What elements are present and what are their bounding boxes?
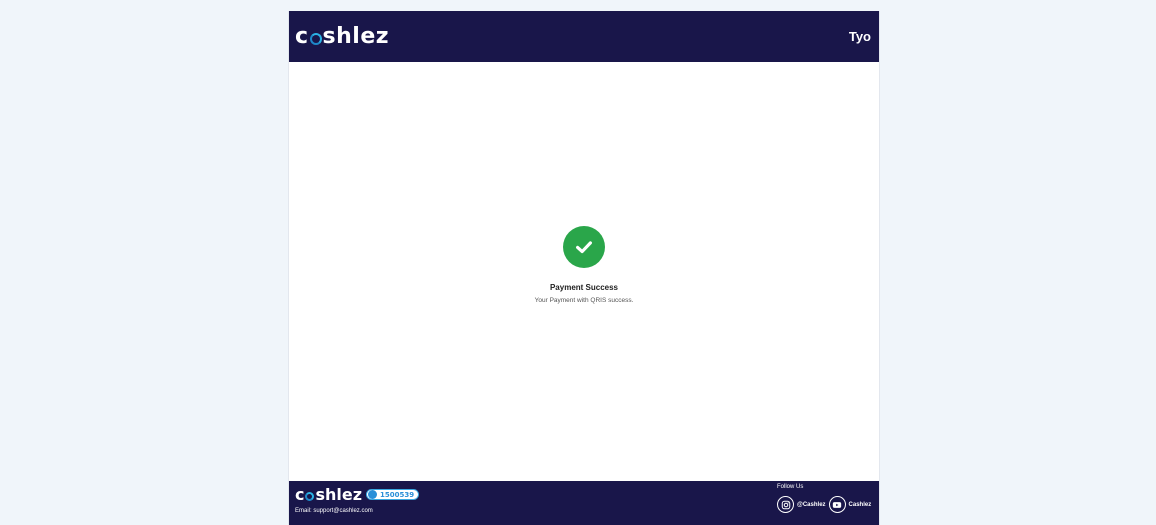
follow-us-label: Follow Us	[777, 484, 804, 490]
footer-brand: c shlez 1500539 Email: support@cashlez.co…	[295, 485, 420, 514]
footer-logo-text-end: shlez	[315, 485, 363, 504]
logo-text-start: c	[295, 24, 309, 49]
footer: c shlez 1500539 Email: support@cashlez.co…	[289, 481, 879, 525]
logo-o-icon	[309, 32, 322, 45]
instagram-handle[interactable]: @Cashlez	[797, 502, 826, 508]
instagram-icon[interactable]	[777, 496, 794, 513]
cashlez-logo[interactable]: c shlez	[295, 24, 389, 49]
payment-page: c shlez Tyo Payment Success Your Payment …	[288, 11, 880, 525]
youtube-icon[interactable]	[828, 496, 846, 513]
status-message: Your Payment with QRIS success.	[534, 297, 634, 304]
headset-icon	[368, 490, 378, 499]
footer-logo: c shlez 1500539	[295, 485, 420, 504]
user-name[interactable]: Tyo	[849, 29, 871, 44]
top-bar: c shlez Tyo	[289, 11, 879, 62]
status-panel: Payment Success Your Payment with QRIS s…	[289, 62, 879, 481]
support-email[interactable]: Email: support@cashlez.com	[295, 508, 419, 514]
social-section: Follow Us @Cashlez Cashlez	[777, 484, 874, 513]
footer-logo-text-start: c	[295, 485, 305, 504]
hotline-number: 1500539	[380, 490, 415, 499]
social-links: @Cashlez Cashlez	[777, 496, 874, 513]
check-circle-icon	[563, 226, 605, 268]
footer-logo-o-icon	[305, 491, 315, 501]
youtube-channel[interactable]: Cashlez	[849, 502, 872, 508]
logo-text-end: shlez	[322, 24, 390, 49]
status-title: Payment Success	[549, 283, 619, 292]
hotline-badge[interactable]: 1500539	[366, 489, 420, 500]
